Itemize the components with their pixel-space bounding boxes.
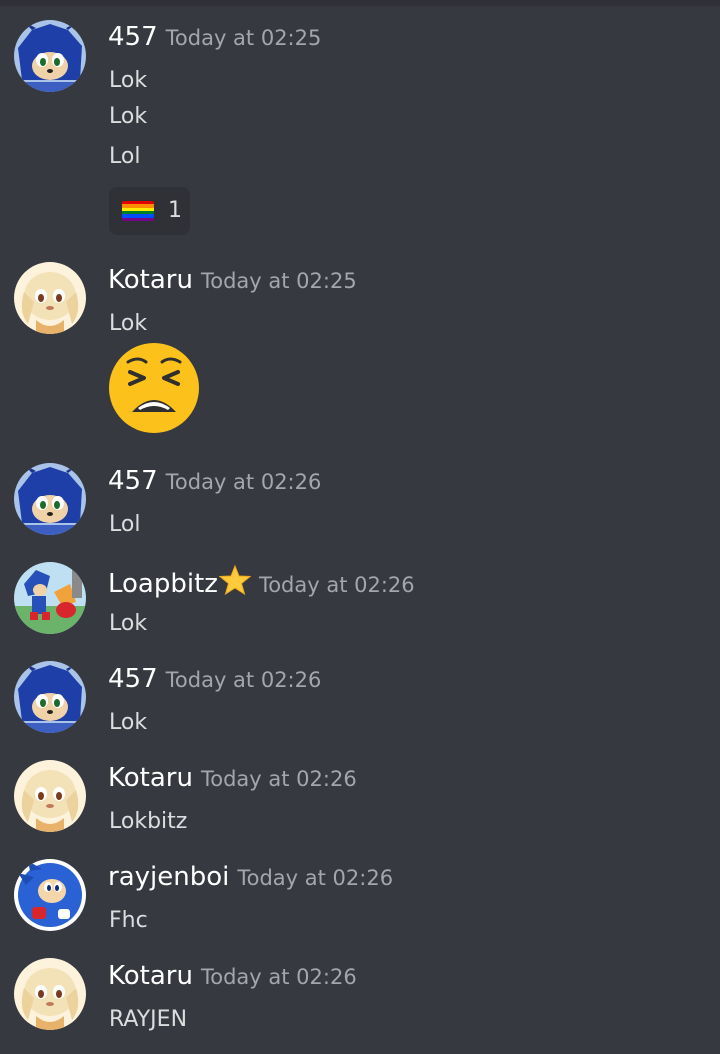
username[interactable]: Kotaru — [108, 961, 193, 991]
message-line: Lok — [109, 104, 148, 129]
timestamp: Today at 02:26 — [237, 866, 394, 890]
cream-character-avatar-icon — [14, 262, 86, 334]
message-line: Lok — [109, 710, 148, 735]
rainbow-flag-icon — [122, 201, 154, 221]
username[interactable]: 457 — [108, 466, 158, 496]
reaction-button[interactable]: 1 — [109, 187, 190, 235]
message-header: 457 Today at 02:26 — [108, 466, 321, 496]
message-line: Lok — [109, 611, 148, 636]
sonic-dark-avatar-icon — [14, 20, 86, 92]
cream-character-avatar-icon — [14, 760, 86, 832]
timestamp: Today at 02:26 — [200, 965, 357, 989]
username[interactable]: rayjenboi — [108, 862, 229, 892]
weary-face-icon — [109, 343, 199, 433]
message-header: rayjenboi Today at 02:26 — [108, 862, 393, 892]
sonic-dark-avatar-icon — [14, 463, 86, 535]
avatar[interactable] — [14, 661, 86, 733]
timestamp: Today at 02:26 — [258, 573, 415, 597]
message-header: Kotaru Today at 02:26 — [108, 763, 357, 793]
star-icon — [218, 564, 251, 596]
message-header: Kotaru Today at 02:26 — [108, 961, 357, 991]
sonic-tails-avatar-icon — [14, 562, 86, 634]
message-line: Lokbitz — [109, 809, 188, 834]
message-line: Lol — [109, 144, 141, 169]
message-line: Lok — [109, 311, 148, 336]
sonic-dark-avatar-icon — [14, 661, 86, 733]
message-header: Loapbitz Today at 02:26 — [108, 564, 415, 599]
reaction-count: 1 — [168, 198, 182, 223]
avatar[interactable] — [14, 562, 86, 634]
avatar[interactable] — [14, 262, 86, 334]
top-edge-bar — [0, 0, 720, 6]
avatar[interactable] — [14, 958, 86, 1030]
message-header: 457 Today at 02:26 — [108, 664, 321, 694]
username[interactable]: 457 — [108, 664, 158, 694]
message-header: 457 Today at 02:25 — [108, 22, 321, 52]
username[interactable]: Kotaru — [108, 265, 193, 295]
timestamp: Today at 02:25 — [165, 26, 322, 50]
avatar[interactable] — [14, 463, 86, 535]
message-line: Fhc — [109, 908, 148, 933]
timestamp: Today at 02:25 — [200, 269, 357, 293]
message-header: Kotaru Today at 02:25 — [108, 265, 357, 295]
timestamp: Today at 02:26 — [165, 668, 322, 692]
message-line: Lok — [109, 68, 148, 93]
cream-character-avatar-icon — [14, 958, 86, 1030]
username[interactable]: 457 — [108, 22, 158, 52]
avatar[interactable] — [14, 20, 86, 92]
message-line: Lol — [109, 512, 141, 537]
username[interactable]: Kotaru — [108, 763, 193, 793]
username[interactable]: Loapbitz — [108, 569, 218, 599]
message-line: RAYJEN — [109, 1007, 188, 1032]
avatar[interactable] — [14, 859, 86, 931]
timestamp: Today at 02:26 — [165, 470, 322, 494]
sonic-classic-avatar-icon — [14, 859, 86, 931]
avatar[interactable] — [14, 760, 86, 832]
timestamp: Today at 02:26 — [200, 767, 357, 791]
